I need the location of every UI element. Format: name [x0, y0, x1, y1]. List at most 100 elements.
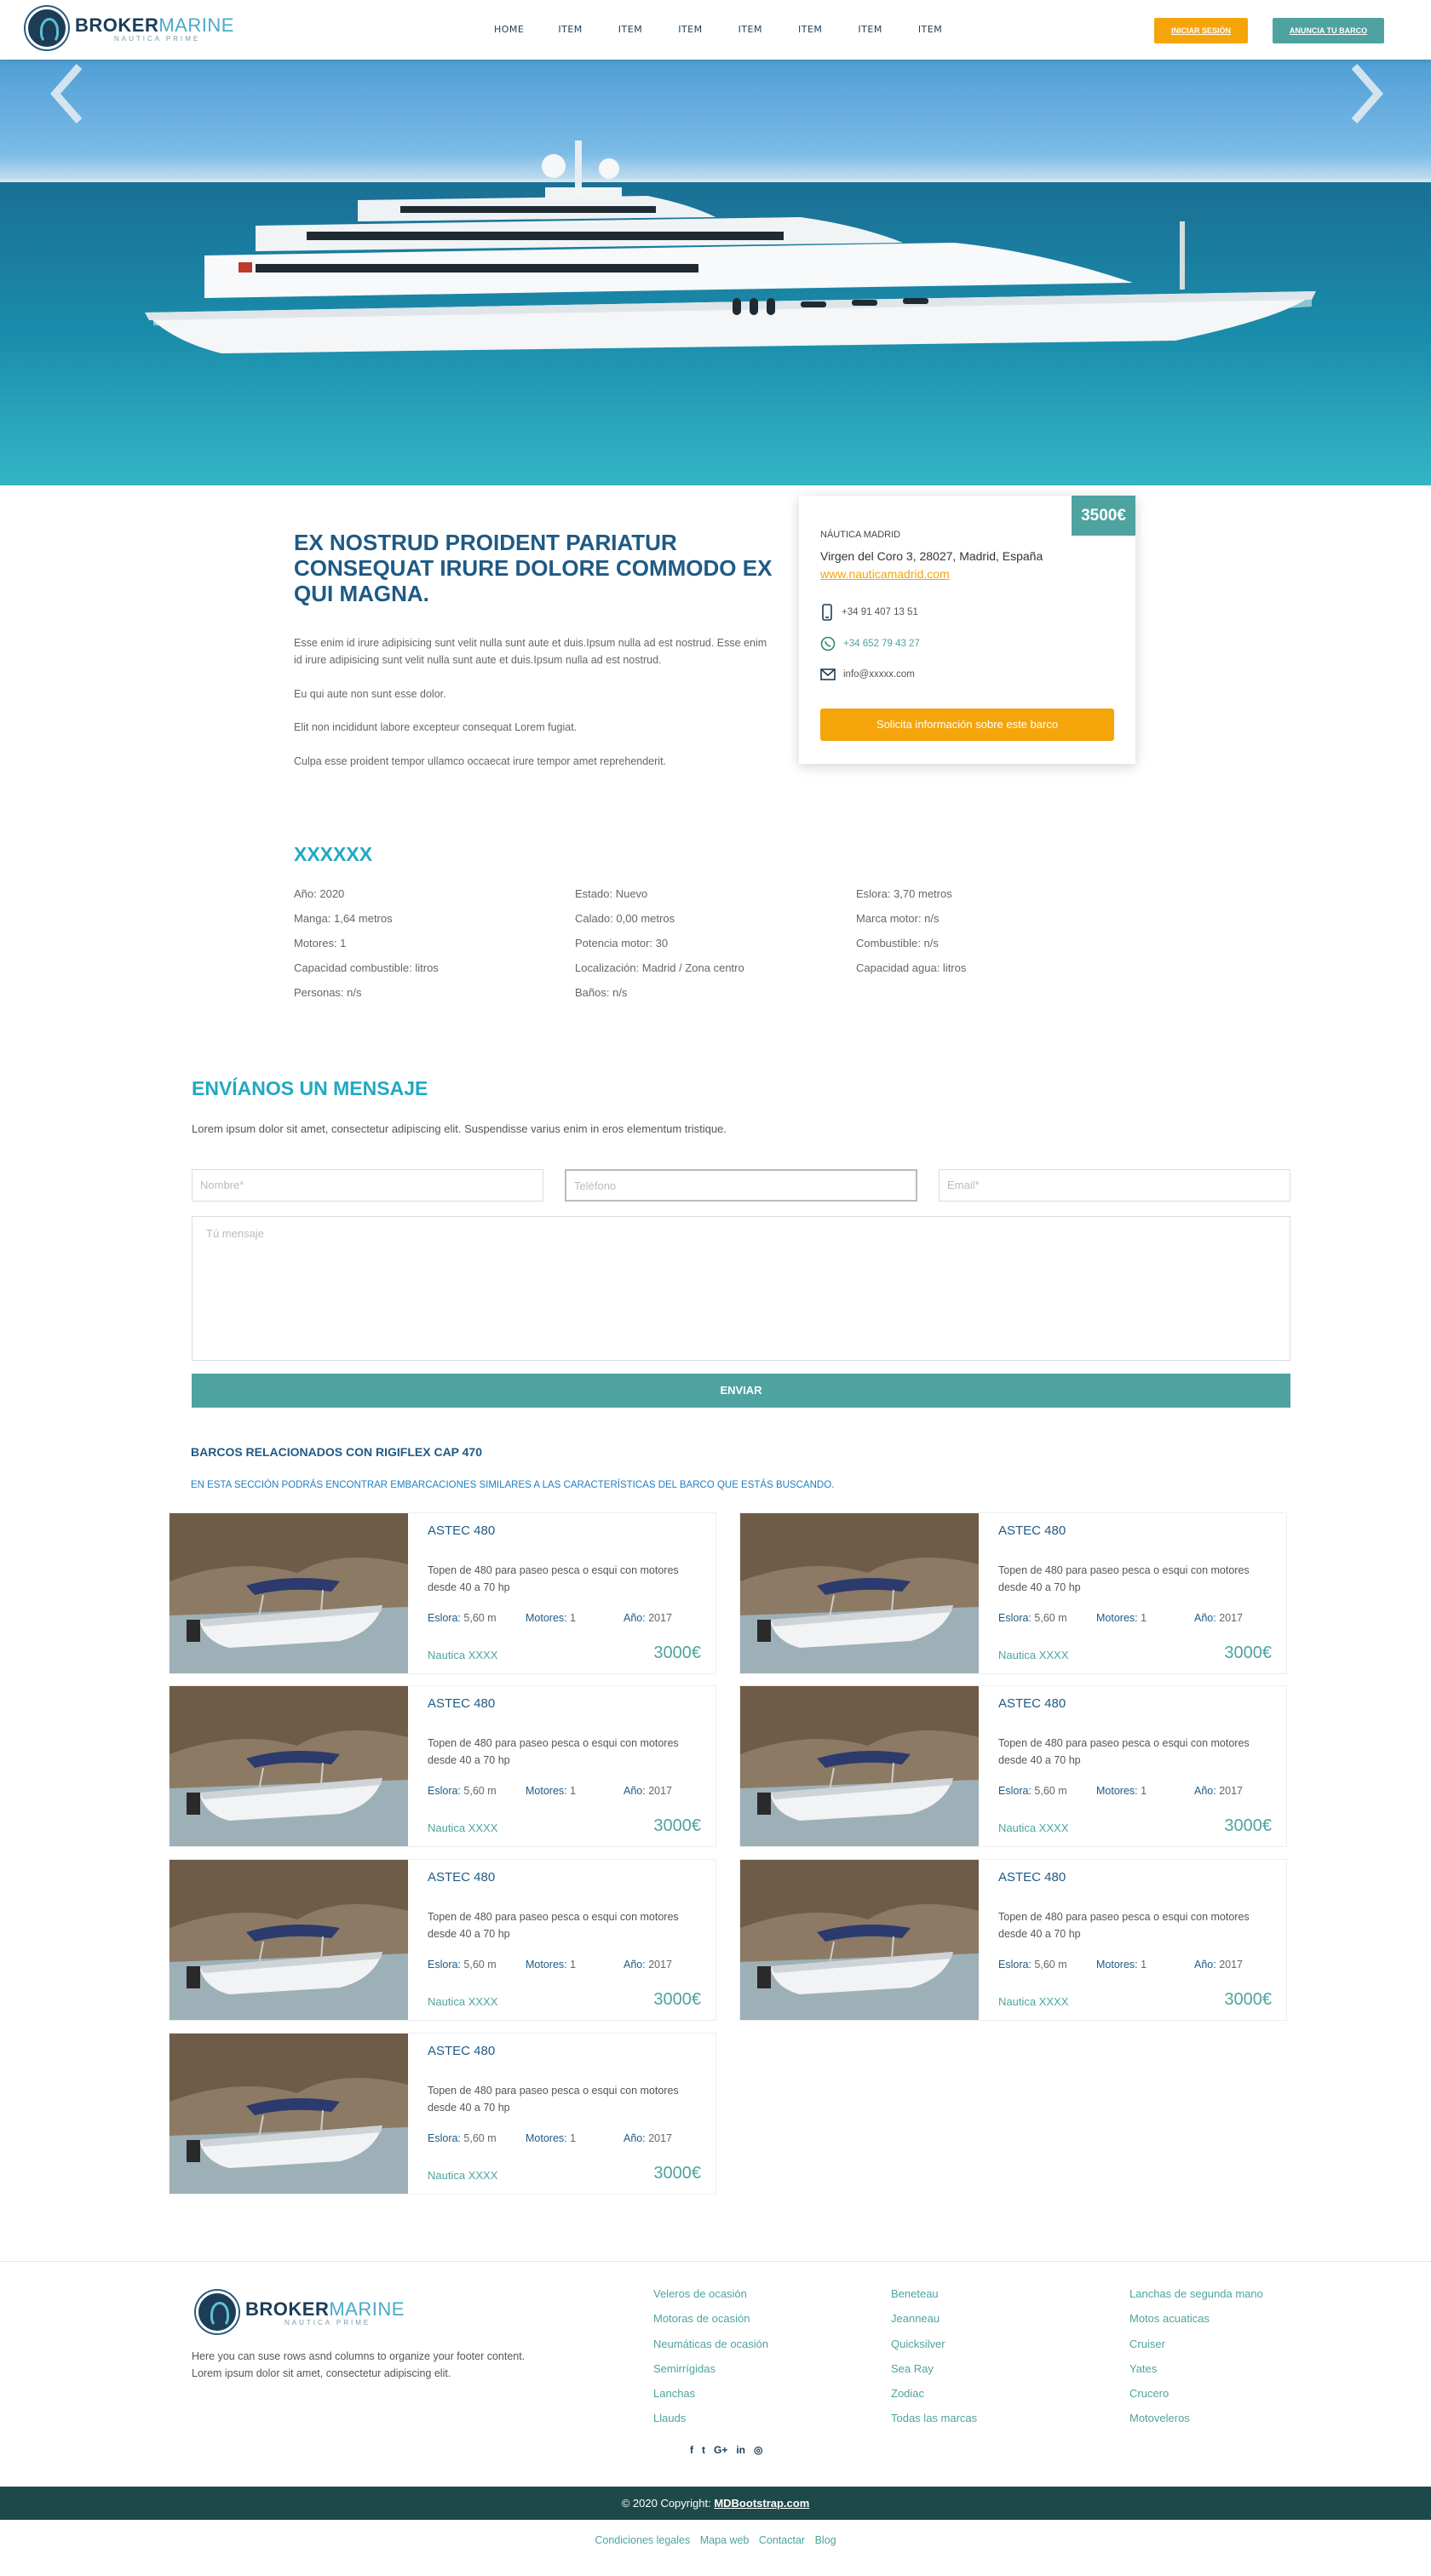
card-image[interactable]	[170, 1513, 408, 1673]
name-field[interactable]: Nombre*	[192, 1169, 543, 1202]
footer-link[interactable]: Motoveleros	[1129, 2412, 1263, 2436]
related-boat-card[interactable]: ASTEC 480 Topen de 480 para paseo pesca o…	[169, 2033, 716, 2194]
card-image[interactable]	[170, 1686, 408, 1846]
footer-link[interactable]: Neumáticas de ocasión	[653, 2338, 768, 2362]
nav-home[interactable]: HOME	[494, 24, 524, 35]
linkedin-icon[interactable]: in	[736, 2444, 745, 2456]
card-image[interactable]	[740, 1513, 979, 1673]
send-button[interactable]: ENVIAR	[192, 1374, 1290, 1408]
spec-item: Marca motor: n/s	[856, 912, 940, 925]
card-specs: Eslora: 5,60 m Motores: 1 Año: 2017	[428, 1785, 673, 1797]
footer-link[interactable]: Sea Ray	[891, 2362, 977, 2387]
card-price: 3000€	[653, 1990, 701, 2009]
card-specs: Eslora: 5,60 m Motores: 1 Año: 2017	[428, 1959, 673, 1971]
copyright-link[interactable]: MDBootstrap.com	[714, 2497, 809, 2510]
card-image[interactable]	[170, 1860, 408, 2020]
footer-link[interactable]: Quicksilver	[891, 2338, 977, 2362]
footer-link[interactable]: Cruiser	[1129, 2338, 1263, 2362]
card-title[interactable]: ASTEC 480	[998, 1523, 1066, 1538]
boat-photo	[740, 1686, 979, 1846]
footer-link[interactable]: Todas las marcas	[891, 2412, 977, 2436]
nav-item[interactable]: ITEM	[798, 24, 822, 35]
footer-link[interactable]: Veleros de ocasión	[653, 2287, 768, 2312]
sitemap-link[interactable]: Mapa web	[700, 2534, 750, 2546]
twitter-icon[interactable]: t	[702, 2444, 705, 2456]
card-broker[interactable]: Nautica XXXX	[428, 1995, 497, 2008]
card-broker[interactable]: Nautica XXXX	[428, 2169, 497, 2182]
related-boat-card[interactable]: ASTEC 480 Topen de 480 para paseo pesca o…	[169, 1685, 716, 1847]
advertise-boat-button[interactable]: ANUNCIA TU BARCO	[1273, 18, 1384, 43]
nav-item[interactable]: ITEM	[738, 24, 762, 35]
footer-link[interactable]: Jeanneau	[891, 2312, 977, 2337]
footer-link[interactable]: Yates	[1129, 2362, 1263, 2387]
message-textarea[interactable]: Tú mensaje	[192, 1216, 1290, 1361]
card-broker[interactable]: Nautica XXXX	[998, 1822, 1068, 1834]
google-plus-icon[interactable]: G+	[714, 2444, 727, 2456]
facebook-icon[interactable]: f	[690, 2444, 693, 2456]
request-info-button[interactable]: Solicita información sobre este barco	[820, 709, 1114, 741]
nav-item[interactable]: ITEM	[678, 24, 702, 35]
legal-conditions-link[interactable]: Condiciones legales	[595, 2534, 690, 2546]
login-button[interactable]: INICIAR SESIÓN	[1154, 18, 1248, 43]
nav-item[interactable]: ITEM	[618, 24, 642, 35]
footer-link[interactable]: Motoras de ocasión	[653, 2312, 768, 2337]
footer-link[interactable]: Lanchas	[653, 2387, 768, 2412]
related-boat-card[interactable]: ASTEC 480 Topen de 480 para paseo pesca o…	[739, 1859, 1287, 2021]
card-specs: Eslora: 5,60 m Motores: 1 Año: 2017	[998, 1959, 1244, 1971]
spec-item: Calado: 0,00 metros	[575, 912, 675, 925]
social-links: f t G+ in ◎	[686, 2444, 767, 2456]
dribbble-icon[interactable]: ◎	[754, 2444, 762, 2456]
related-boat-card[interactable]: ASTEC 480 Topen de 480 para paseo pesca o…	[739, 1685, 1287, 1847]
related-boat-card[interactable]: ASTEC 480 Topen de 480 para paseo pesca o…	[169, 1859, 716, 2021]
nav-item[interactable]: ITEM	[918, 24, 942, 35]
related-boat-card[interactable]: ASTEC 480 Topen de 480 para paseo pesca o…	[169, 1512, 716, 1674]
card-broker[interactable]: Nautica XXXX	[428, 1822, 497, 1834]
card-title[interactable]: ASTEC 480	[428, 1696, 495, 1711]
card-description: Topen de 480 para paseo pesca o esqui co…	[428, 2085, 679, 2114]
phone-row[interactable]: +34 91 407 13 51	[820, 604, 918, 621]
footer-divider	[0, 2261, 1431, 2262]
nav-item[interactable]: ITEM	[558, 24, 582, 35]
card-description: Topen de 480 para paseo pesca o esqui co…	[998, 1737, 1250, 1766]
footer-link[interactable]: Lanchas de segunda mano	[1129, 2287, 1263, 2312]
specs-title: XXXXXX	[294, 843, 373, 865]
phone-field[interactable]: Teléfono	[565, 1169, 917, 1202]
card-broker[interactable]: Nautica XXXX	[998, 1649, 1068, 1661]
card-title[interactable]: ASTEC 480	[428, 1523, 495, 1538]
card-broker[interactable]: Nautica XXXX	[428, 1649, 497, 1661]
card-title[interactable]: ASTEC 480	[428, 2044, 495, 2058]
spec-item: Año: 2020	[294, 887, 345, 900]
whatsapp-row[interactable]: +34 652 79 43 27	[820, 636, 920, 651]
footer-link[interactable]: Llauds	[653, 2412, 768, 2436]
contact-link[interactable]: Contactar	[759, 2534, 805, 2546]
card-image[interactable]	[740, 1860, 979, 2020]
brand-logo[interactable]: BROKERMARINE NAUTICA PRIME	[26, 7, 234, 49]
card-title[interactable]: ASTEC 480	[998, 1870, 1066, 1885]
email-row[interactable]: info@xxxxx.com	[820, 668, 915, 681]
footer-link[interactable]: Motos acuaticas	[1129, 2312, 1263, 2337]
card-title[interactable]: ASTEC 480	[998, 1696, 1066, 1711]
boat-photo	[740, 1860, 979, 2020]
footer-link[interactable]: Crucero	[1129, 2387, 1263, 2412]
blog-link[interactable]: Blog	[815, 2534, 836, 2546]
card-description: Topen de 480 para paseo pesca o esqui co…	[428, 1564, 679, 1593]
nav-item[interactable]: ITEM	[858, 24, 882, 35]
footer-logo[interactable]: BROKERMARINE NAUTICA PRIME	[196, 2291, 405, 2333]
card-broker[interactable]: Nautica XXXX	[998, 1995, 1068, 2008]
prev-slide-arrow-icon[interactable]	[47, 60, 89, 128]
dealer-website-link[interactable]: www.nauticamadrid.com	[820, 567, 950, 581]
card-image[interactable]	[170, 2034, 408, 2194]
next-slide-arrow-icon[interactable]	[1344, 60, 1387, 128]
boat-photo	[170, 2034, 408, 2194]
email-address: info@xxxxx.com	[843, 669, 915, 680]
related-title: BARCOS RELACIONADOS CON RIGIFLEX CAP 470	[191, 1445, 483, 1459]
footer-link[interactable]: Zodiac	[891, 2387, 977, 2412]
related-boat-card[interactable]: ASTEC 480 Topen de 480 para paseo pesca o…	[739, 1512, 1287, 1674]
footer-link[interactable]: Semirrígidas	[653, 2362, 768, 2387]
email-field[interactable]: Email*	[939, 1169, 1290, 1202]
card-title[interactable]: ASTEC 480	[428, 1870, 495, 1885]
mobile-phone-icon	[822, 604, 832, 621]
footer-link[interactable]: Beneteau	[891, 2287, 977, 2312]
footer-text: Here you can suse rows asnd columns to o…	[192, 2350, 526, 2379]
card-image[interactable]	[740, 1686, 979, 1846]
